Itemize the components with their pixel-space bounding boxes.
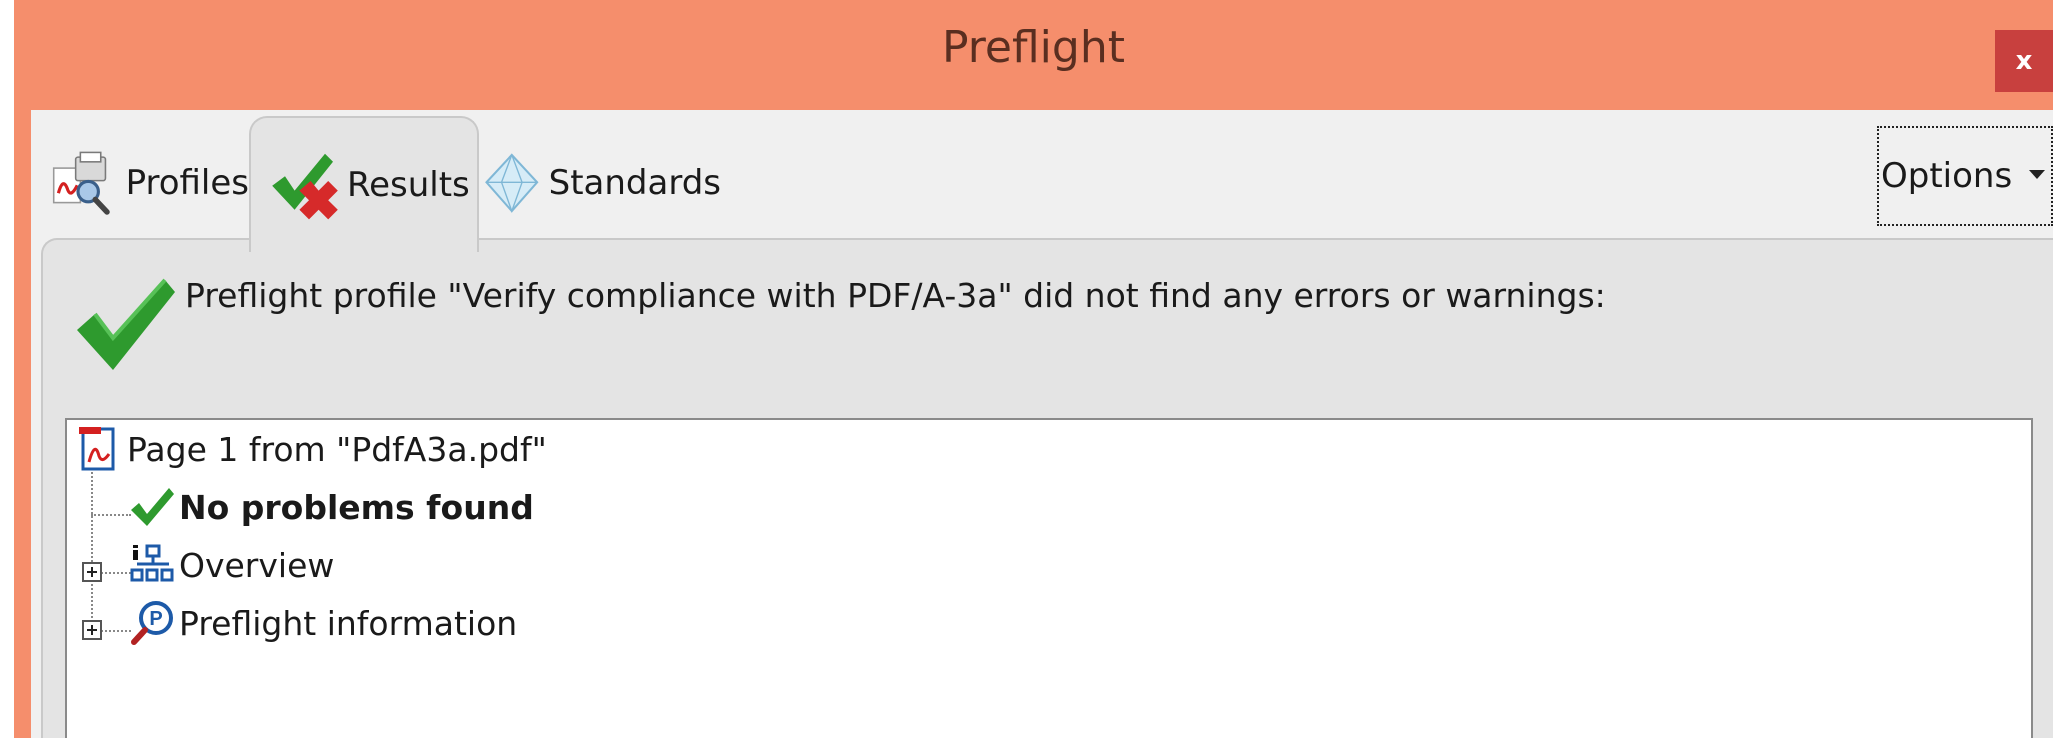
standards-icon	[485, 153, 539, 214]
tab-label: Results	[347, 165, 470, 205]
success-check-icon	[77, 278, 175, 370]
tab-results[interactable]: Results	[249, 116, 479, 252]
options-label: Options	[1881, 156, 2013, 196]
chevron-down-icon	[2029, 170, 2045, 179]
tree-connector	[91, 468, 93, 638]
client-area: Profiles Results Standards Options Prefl…	[31, 110, 2053, 738]
results-panel: Preflight profile "Verify compliance wit…	[41, 238, 2053, 738]
options-button[interactable]: Options	[1877, 126, 2053, 226]
results-icon	[272, 153, 338, 220]
tree-node-label: No problems found	[179, 487, 534, 527]
tree-node-page[interactable]: Page 1 from "PdfA3a.pdf"	[77, 426, 547, 472]
profiles-icon	[52, 151, 110, 215]
window-edge	[0, 0, 14, 738]
checkmark-icon	[131, 488, 174, 526]
preflight-info-icon: P	[131, 601, 173, 645]
tab-profiles[interactable]: Profiles	[49, 116, 249, 250]
tree-node-no-problems[interactable]: No problems found	[129, 484, 534, 530]
tree-node-label: Overview	[179, 545, 335, 585]
title-bar[interactable]: Preflight x	[14, 0, 2053, 110]
expand-preflight-info-button[interactable]	[82, 620, 102, 640]
close-button[interactable]: x	[1995, 30, 2053, 92]
results-tree[interactable]: Page 1 from "PdfA3a.pdf" No problems fou…	[65, 418, 2033, 738]
tree-node-overview[interactable]: Overview	[129, 542, 334, 588]
overview-icon	[130, 544, 174, 582]
result-message: Preflight profile "Verify compliance wit…	[185, 276, 1606, 315]
window-title: Preflight	[942, 22, 1125, 73]
tree-connector	[101, 630, 131, 632]
tab-label: Profiles	[125, 163, 249, 203]
svg-text:P: P	[149, 608, 162, 630]
tree-connector	[101, 572, 131, 574]
tree-node-label: Page 1 from "PdfA3a.pdf"	[127, 429, 547, 469]
tab-standards[interactable]: Standards	[481, 116, 721, 250]
pdf-page-icon	[79, 427, 115, 471]
tab-label: Standards	[548, 163, 721, 203]
tree-node-label: Preflight information	[179, 603, 518, 643]
expand-overview-button[interactable]	[82, 562, 102, 582]
preflight-window: Preflight x Profiles Results Standards O…	[0, 0, 2053, 738]
tree-node-preflight-information[interactable]: P Preflight information	[129, 600, 517, 646]
tree-connector	[91, 514, 131, 516]
